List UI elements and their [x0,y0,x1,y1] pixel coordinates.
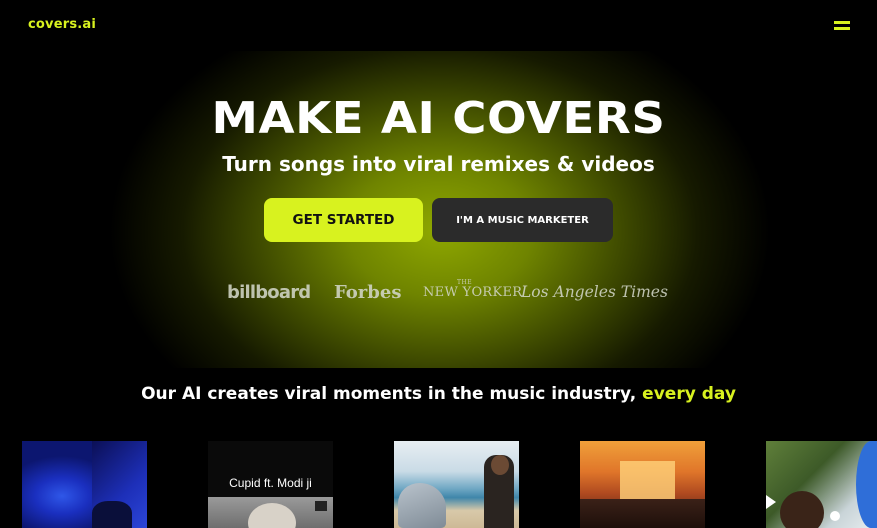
tagline: Our AI creates viral moments in the musi… [0,384,877,404]
get-started-button[interactable]: GET STARTED [264,198,423,242]
thumbnail-shark [398,483,446,528]
video-thumbnail-4[interactable] [580,441,705,528]
thumbnail-performer [92,501,132,528]
thumbnail-light-dot [830,511,840,521]
press-logo-newyorker: THE NEW YORKER [423,279,523,315]
video-caption: Cupid ft. Modi ji [229,476,312,490]
thumbnail-blue-shape [856,441,877,528]
press-logo-forbes: Forbes [334,282,402,303]
hero-title: MAKE AI COVERS [211,93,666,144]
thumbnail-face [780,491,824,528]
hamburger-icon[interactable] [834,20,850,32]
hero-section: MAKE AI COVERS Turn songs into viral rem… [0,51,877,368]
play-icon[interactable] [766,495,776,509]
video-thumbnail-2[interactable]: Cupid ft. Modi ji [208,441,333,528]
video-thumbnail-5[interactable] [766,441,877,528]
thumbnail-photo [208,497,333,528]
newyorker-name: NEW YORKER [423,285,523,300]
tagline-accent: every day [642,384,736,404]
menu-bar-bottom [834,27,850,30]
video-thumbnail-3[interactable] [394,441,519,528]
press-logo-billboard: billboard [227,282,311,303]
thumbnail-stage [620,461,675,501]
hero-subtitle: Turn songs into viral remixes & videos [222,152,655,176]
tagline-text: Our AI creates viral moments in the musi… [141,384,643,404]
thumbnail-face [248,503,296,528]
newyorker-the: THE [457,279,473,286]
video-thumbnail-1[interactable] [22,441,147,528]
logo[interactable]: covers.ai [28,17,96,32]
channel-badge-icon [315,501,327,511]
music-marketer-button[interactable]: I'M A MUSIC MARKETER [432,198,613,242]
press-logo-la-times: Los Angeles Times [521,283,668,301]
thumbnail-audience [580,499,705,528]
menu-bar-top [834,21,850,24]
landing-page: covers.ai MAKE AI COVERS Turn songs into… [0,0,877,528]
thumbnail-person-head [491,455,509,475]
